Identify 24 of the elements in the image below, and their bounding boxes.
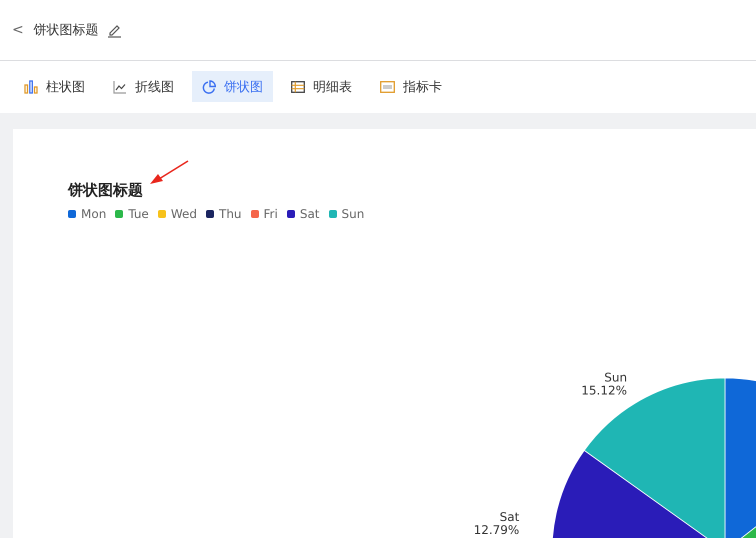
bar-chart-icon: [24, 80, 38, 94]
chart-type-tab[interactable]: 饼状图: [192, 71, 273, 102]
slice-label: Sun 15.12%: [581, 370, 628, 398]
legend-label[interactable]: Sat: [300, 207, 320, 221]
table-icon: [291, 80, 305, 92]
pie-chart-icon: [202, 80, 216, 94]
legend-label[interactable]: Fri: [264, 207, 278, 221]
legend-label[interactable]: Wed: [170, 207, 197, 221]
chart-type-tab[interactable]: 明细表: [281, 71, 362, 102]
legend-label[interactable]: Sun: [342, 207, 364, 221]
legend-label[interactable]: Thu: [218, 207, 242, 221]
legend-label[interactable]: Mon: [81, 207, 106, 221]
slice-label: Sat 12.79%: [474, 510, 520, 537]
page-title: 饼状图标题: [34, 22, 99, 39]
line-chart-icon: [113, 80, 127, 94]
chart-title: 饼状图标题: [68, 181, 143, 200]
edit-icon[interactable]: [106, 22, 122, 38]
chart-type-tab[interactable]: 指标卡: [370, 71, 452, 102]
number-card-icon: [380, 80, 395, 92]
legend-label[interactable]: Tue: [128, 207, 149, 221]
back-button[interactable]: <: [12, 22, 28, 38]
chart-type-tab[interactable]: 折线图: [103, 71, 184, 102]
chart-type-tab[interactable]: 柱状图: [14, 71, 95, 102]
pointer-arrow: [149, 160, 189, 186]
